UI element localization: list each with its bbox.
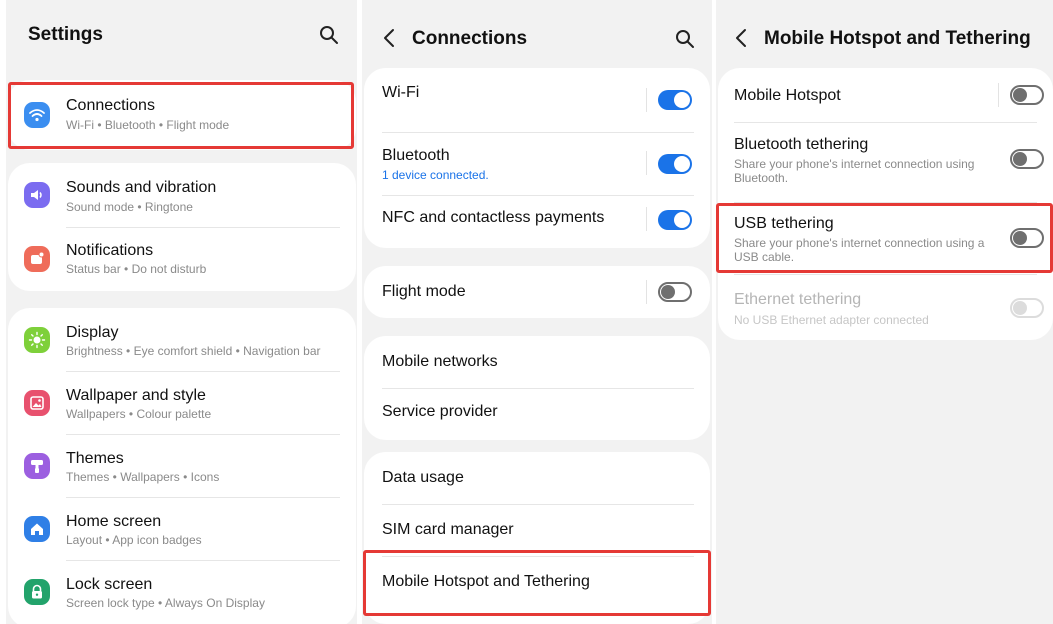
wifi-row[interactable]: Wi-Fi	[364, 68, 710, 132]
nfc-row[interactable]: NFC and contactless payments	[364, 195, 710, 248]
item-title: Sounds and vibration	[66, 179, 217, 196]
separator	[646, 280, 647, 304]
item-title: Data usage	[382, 469, 464, 486]
bluetooth-tethering-row[interactable]: Bluetooth tethering Share your phone's i…	[718, 122, 1053, 202]
wifi-toggle[interactable]	[658, 90, 692, 110]
sun-icon	[24, 327, 50, 353]
item-title: Display	[66, 324, 119, 341]
data-card: Data usage SIM card manager Mobile Hotsp…	[364, 452, 710, 624]
item-title: Ethernet tethering	[734, 291, 862, 308]
flight-mode-row[interactable]: Flight mode	[364, 266, 710, 318]
settings-item-wallpaper[interactable]: Wallpaper and style Wallpapers • Colour …	[8, 371, 356, 434]
item-subtitle: No USB Ethernet adapter connected	[734, 313, 929, 327]
sim-card-manager-row[interactable]: SIM card manager	[364, 504, 710, 556]
separator	[646, 151, 647, 175]
item-subtitle: Layout • App icon badges	[66, 533, 202, 547]
item-title: Mobile Hotspot	[734, 87, 841, 104]
item-subtitle: Screen lock type • Always On Display	[66, 596, 265, 610]
item-title: Flight mode	[382, 283, 466, 300]
speaker-icon	[24, 182, 50, 208]
settings-item-themes[interactable]: Themes Themes • Wallpapers • Icons	[8, 434, 356, 497]
item-subtitle: Share your phone's internet connection u…	[734, 236, 985, 264]
settings-panel: Settings Connections Wi-Fi • Bluetooth •…	[6, 0, 357, 624]
item-subtitle: Wallpapers • Colour palette	[66, 407, 212, 421]
item-title: Service provider	[382, 403, 498, 420]
item-subtitle: 1 device connected.	[382, 168, 489, 182]
item-title: SIM card manager	[382, 521, 514, 538]
settings-header: Settings	[6, 0, 357, 70]
hotspot-header: Mobile Hotspot and Tethering	[716, 0, 1053, 70]
item-subtitle: Share your phone's internet connection u…	[734, 157, 975, 185]
settings-item-sounds[interactable]: Sounds and vibration Sound mode • Ringto…	[8, 163, 356, 226]
notification-icon	[24, 246, 50, 272]
item-subtitle: Wi-Fi • Bluetooth • Flight mode	[66, 118, 230, 132]
wallpaper-icon	[24, 390, 50, 416]
item-title: Notifications	[66, 242, 154, 259]
back-arrow-icon[interactable]	[382, 27, 396, 49]
home-icon	[24, 516, 50, 542]
mobile-networks-row[interactable]: Mobile networks	[364, 336, 710, 388]
brush-icon	[24, 453, 50, 479]
item-subtitle: Status bar • Do not disturb	[66, 262, 207, 276]
bluetooth-tethering-toggle[interactable]	[1010, 149, 1044, 169]
item-title: Wi-Fi	[382, 84, 420, 101]
item-title: USB tethering	[734, 215, 834, 232]
page-title: Settings	[28, 24, 103, 45]
tethering-card: Mobile Hotspot Bluetooth tethering Share…	[718, 68, 1053, 340]
connections-card: Connections Wi-Fi • Bluetooth • Flight m…	[8, 80, 356, 150]
item-title: Lock screen	[66, 576, 153, 593]
settings-item-lock-screen[interactable]: Lock screen Screen lock type • Always On…	[8, 560, 356, 623]
search-icon[interactable]	[319, 25, 339, 45]
separator	[646, 88, 647, 112]
item-subtitle: Themes • Wallpapers • Icons	[66, 470, 220, 484]
item-title: Mobile Hotspot and Tethering	[382, 573, 590, 590]
settings-item-connections[interactable]: Connections Wi-Fi • Bluetooth • Flight m…	[8, 80, 356, 150]
wifi-icon	[24, 102, 50, 128]
usb-tethering-toggle[interactable]	[1010, 228, 1044, 248]
settings-item-display[interactable]: Display Brightness • Eye comfort shield …	[8, 308, 356, 371]
separator	[998, 83, 999, 107]
nfc-toggle[interactable]	[658, 210, 692, 230]
wireless-card: Wi-Fi Bluetooth 1 device connected. NFC …	[364, 68, 710, 248]
item-title: Wallpaper and style	[66, 387, 206, 404]
item-title: NFC and contactless payments	[382, 209, 605, 226]
item-subtitle: Sound mode • Ringtone	[66, 200, 193, 214]
separator	[646, 207, 647, 231]
sound-notification-card: Sounds and vibration Sound mode • Ringto…	[8, 163, 356, 291]
network-card: Mobile networks Service provider	[364, 336, 710, 440]
settings-item-notifications[interactable]: Notifications Status bar • Do not distur…	[8, 227, 356, 291]
display-card: Display Brightness • Eye comfort shield …	[8, 308, 356, 624]
hotspot-tethering-panel: Mobile Hotspot and Tethering Mobile Hots…	[716, 0, 1053, 624]
lock-icon	[24, 579, 50, 605]
settings-item-home-screen[interactable]: Home screen Layout • App icon badges	[8, 497, 356, 560]
usb-tethering-row[interactable]: USB tethering Share your phone's interne…	[718, 202, 1053, 274]
mobile-hotspot-row[interactable]: Mobile Hotspot	[718, 68, 1053, 122]
ethernet-tethering-row: Ethernet tethering No USB Ethernet adapt…	[718, 274, 1053, 340]
service-provider-row[interactable]: Service provider	[364, 388, 710, 440]
connections-header: Connections	[362, 0, 712, 70]
flight-mode-toggle[interactable]	[658, 282, 692, 302]
flight-card: Flight mode	[364, 266, 710, 318]
search-icon[interactable]	[675, 29, 695, 49]
item-title: Home screen	[66, 513, 162, 530]
item-title: Connections	[66, 97, 155, 114]
item-title: Mobile networks	[382, 353, 498, 370]
back-arrow-icon[interactable]	[734, 27, 748, 49]
page-title: Mobile Hotspot and Tethering	[764, 28, 1031, 49]
mobile-hotspot-toggle[interactable]	[1010, 85, 1044, 105]
data-usage-row[interactable]: Data usage	[364, 452, 710, 504]
item-subtitle: Brightness • Eye comfort shield • Naviga…	[66, 344, 321, 358]
item-title: Bluetooth	[382, 147, 450, 164]
connections-panel: Connections Wi-Fi Bluetooth 1 device con…	[362, 0, 712, 624]
page-title: Connections	[412, 28, 528, 49]
ethernet-tethering-toggle	[1010, 298, 1044, 318]
item-title: Themes	[66, 450, 124, 467]
item-title: Bluetooth tethering	[734, 136, 869, 153]
bluetooth-toggle[interactable]	[658, 154, 692, 174]
bluetooth-row[interactable]: Bluetooth 1 device connected.	[364, 132, 710, 195]
mobile-hotspot-tethering-row[interactable]: Mobile Hotspot and Tethering	[364, 556, 710, 616]
